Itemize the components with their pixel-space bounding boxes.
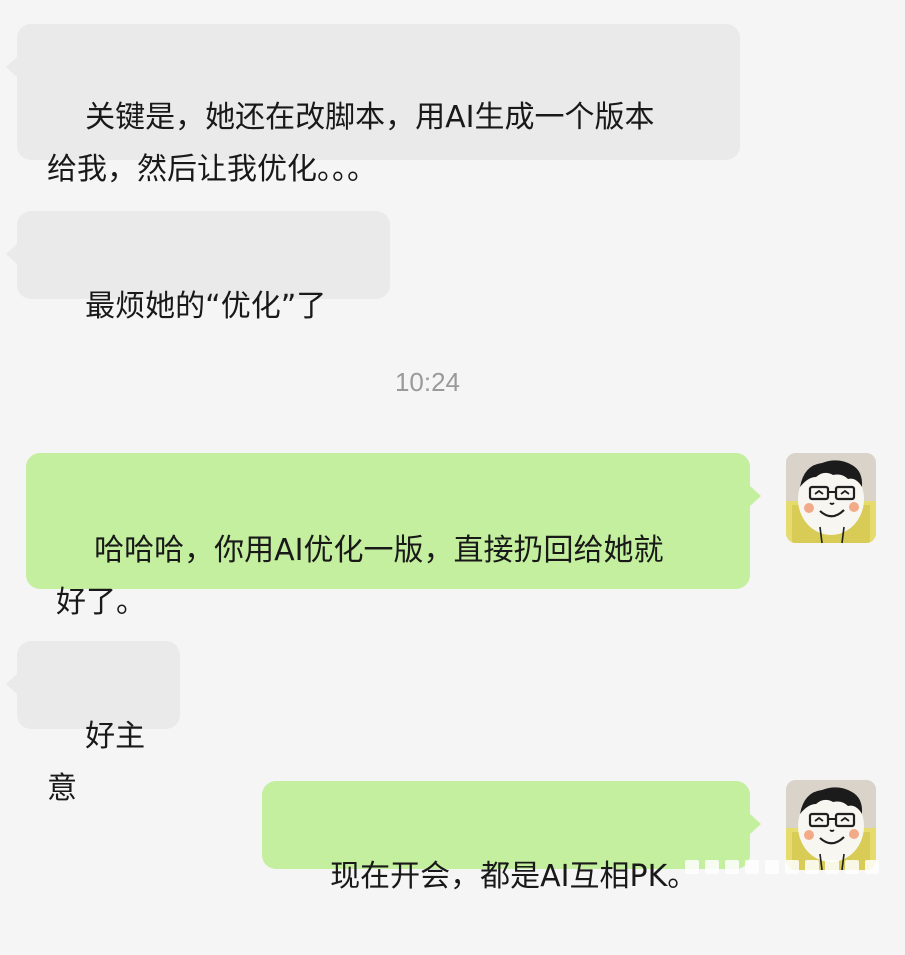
chat-history[interactable]: 关键是，她还在改脚本，用AI生成一个版本 给我，然后让我优化。。。 最烦她的“优… [0, 0, 905, 894]
message-text: 哈哈哈，你用AI优化一版，直接扔回给她就 好了。 [56, 533, 664, 620]
message-bubble-incoming-3[interactable]: 好主意 [6, 641, 180, 806]
cartoon-face-with-glasses-icon [786, 453, 876, 543]
message-bubble-outgoing-2[interactable]: 现在开会，都是AI互相PK。 [262, 781, 761, 894]
message-text: 好主意 [47, 719, 146, 806]
watermark-icon [685, 860, 879, 874]
message-bubble-incoming-2[interactable]: 最烦她的“优化”了 [6, 211, 390, 324]
message-timestamp: 10:24 [394, 367, 461, 397]
message-text: 最烦她的“优化”了 [85, 289, 327, 324]
message-text: 现在开会，都是AI互相PK。 [330, 859, 698, 894]
message-text: 关键是，她还在改脚本，用AI生成一个版本 给我，然后让我优化。。。 [47, 100, 655, 187]
message-bubble-incoming-1[interactable]: 关键是，她还在改脚本，用AI生成一个版本 给我，然后让我优化。。。 [6, 24, 740, 187]
message-bubble-outgoing-1[interactable]: 哈哈哈，你用AI优化一版，直接扔回给她就 好了。 [26, 453, 761, 620]
user-avatar[interactable] [786, 453, 876, 543]
